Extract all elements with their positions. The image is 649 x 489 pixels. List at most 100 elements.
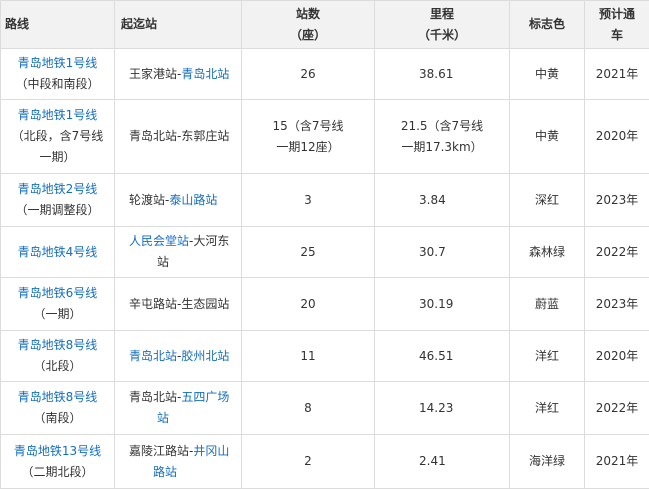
- stops-cell: 20: [242, 278, 375, 331]
- stops-cell: 26: [242, 49, 375, 100]
- color-cell: 深红: [510, 174, 585, 227]
- stops-cell: 25: [242, 227, 375, 278]
- table-row: 青岛地铁4号线 人民会堂站-大河东站 25 30.7 森林绿 2022年: [1, 227, 649, 278]
- length-cell: 21.5（含7号线 一期17.3km）: [375, 100, 510, 174]
- route-link[interactable]: 青岛地铁8号线: [1, 387, 114, 408]
- route-subtitle: （中段和南段）: [1, 74, 114, 95]
- open-year-cell: 2020年: [585, 100, 649, 174]
- route-link[interactable]: 青岛地铁2号线: [1, 179, 114, 200]
- open-year-cell: 2020年: [585, 331, 649, 382]
- length-cell: 14.23: [375, 382, 510, 435]
- route-link[interactable]: 青岛地铁1号线: [1, 105, 114, 126]
- route-cell: 青岛地铁1号线 （北段，含7号线 一期）: [1, 100, 115, 174]
- stops-cell: 8: [242, 382, 375, 435]
- route-subtitle: （北段）: [1, 356, 114, 377]
- header-length: 里程 （千米）: [375, 1, 510, 49]
- header-color: 标志色: [510, 1, 585, 49]
- stations-cell: 轮渡站-泰山路站: [115, 174, 242, 227]
- length-line1: 21.5（含7号线: [375, 116, 509, 137]
- station-end-link[interactable]: 五四广场: [181, 390, 229, 404]
- table-row: 青岛地铁2号线 （一期调整段） 轮渡站-泰山路站 3 3.84 深红 2023年: [1, 174, 649, 227]
- route-subtitle: （二期北段）: [1, 462, 114, 483]
- open-year-cell: 2023年: [585, 174, 649, 227]
- route-cell: 青岛地铁8号线 （北段）: [1, 331, 115, 382]
- color-cell: 中黄: [510, 49, 585, 100]
- stops-line2: 一期12座）: [242, 137, 374, 158]
- route-cell: 青岛地铁6号线 （一期）: [1, 278, 115, 331]
- route-subtitle: （南段）: [1, 408, 114, 429]
- length-cell: 30.7: [375, 227, 510, 278]
- header-length-line2: （千米）: [375, 25, 509, 46]
- color-cell: 洋红: [510, 331, 585, 382]
- stops-cell: 11: [242, 331, 375, 382]
- table-row: 青岛地铁1号线 （中段和南段） 王家港站-青岛北站 26 38.61 中黄 20…: [1, 49, 649, 100]
- stations-cell: 王家港站-青岛北站: [115, 49, 242, 100]
- station-end-link-cont[interactable]: 路站: [129, 462, 177, 483]
- header-open-line2: 车: [585, 25, 649, 46]
- route-subtitle-cont: 一期）: [1, 147, 114, 168]
- route-cell: 青岛地铁13号线 （二期北段）: [1, 435, 115, 489]
- length-cell: 46.51: [375, 331, 510, 382]
- station-start: 嘉陵江路站-: [129, 444, 193, 458]
- station-end-cont: 站: [129, 252, 169, 273]
- route-cell: 青岛地铁4号线: [1, 227, 115, 278]
- station-start-link[interactable]: 青岛北站: [129, 349, 177, 363]
- color-cell: 蔚蓝: [510, 278, 585, 331]
- color-cell: 中黄: [510, 100, 585, 174]
- station-start: 青岛北站-: [129, 390, 181, 404]
- station-start: 王家港站: [129, 67, 177, 81]
- route-cell: 青岛地铁2号线 （一期调整段）: [1, 174, 115, 227]
- stops-cell: 15（含7号线 一期12座）: [242, 100, 375, 174]
- open-year-cell: 2021年: [585, 435, 649, 489]
- table-row: 青岛地铁8号线 （北段） 青岛北站-胶州北站 11 46.51 洋红 2020年: [1, 331, 649, 382]
- length-cell: 2.41: [375, 435, 510, 489]
- station-end-link[interactable]: 泰山路站: [169, 193, 217, 207]
- route-cell: 青岛地铁1号线 （中段和南段）: [1, 49, 115, 100]
- station-separator: -大河东: [189, 234, 229, 248]
- stops-line1: 15（含7号线: [242, 116, 374, 137]
- stations-text: 辛屯路站-生态园站: [129, 297, 229, 311]
- route-link[interactable]: 青岛地铁6号线: [1, 283, 114, 304]
- header-stops-line1: 站数: [242, 4, 374, 25]
- table-row: 青岛地铁13号线 （二期北段） 嘉陵江路站-井冈山路站 2 2.41 海洋绿 2…: [1, 435, 649, 489]
- route-link[interactable]: 青岛地铁8号线: [1, 335, 114, 356]
- length-cell: 3.84: [375, 174, 510, 227]
- route-link[interactable]: 青岛地铁1号线: [1, 53, 114, 74]
- color-cell: 海洋绿: [510, 435, 585, 489]
- station-start: 轮渡站: [129, 193, 165, 207]
- table-header-row: 路线 起迄站 站数 （座） 里程 （千米） 标志色 预计通 车: [1, 1, 649, 49]
- stations-cell: 青岛北站-五四广场站: [115, 382, 242, 435]
- station-end-link[interactable]: 井冈山: [193, 444, 229, 458]
- stations-cell: 人民会堂站-大河东站: [115, 227, 242, 278]
- stations-cell: 青岛北站-东郭庄站: [115, 100, 242, 174]
- route-subtitle: （一期）: [1, 304, 114, 325]
- open-year-cell: 2022年: [585, 382, 649, 435]
- stops-cell: 3: [242, 174, 375, 227]
- header-stations: 起迄站: [115, 1, 242, 49]
- station-end-link[interactable]: 胶州北站: [181, 349, 229, 363]
- length-line2: 一期17.3km）: [375, 137, 509, 158]
- color-cell: 洋红: [510, 382, 585, 435]
- route-cell: 青岛地铁8号线 （南段）: [1, 382, 115, 435]
- color-cell: 森林绿: [510, 227, 585, 278]
- open-year-cell: 2021年: [585, 49, 649, 100]
- open-year-cell: 2023年: [585, 278, 649, 331]
- station-start-link[interactable]: 人民会堂站: [129, 234, 189, 248]
- route-link[interactable]: 青岛地铁4号线: [1, 242, 114, 263]
- station-end-link-cont[interactable]: 站: [129, 408, 169, 429]
- length-cell: 30.19: [375, 278, 510, 331]
- route-subtitle: （北段，含7号线: [1, 126, 114, 147]
- length-cell: 38.61: [375, 49, 510, 100]
- header-stops: 站数 （座）: [242, 1, 375, 49]
- stops-cell: 2: [242, 435, 375, 489]
- open-year-cell: 2022年: [585, 227, 649, 278]
- station-end-link[interactable]: 青岛北站: [181, 67, 229, 81]
- metro-lines-table: 路线 起迄站 站数 （座） 里程 （千米） 标志色 预计通 车 青岛地铁1号线 …: [0, 0, 649, 489]
- table-row: 青岛地铁6号线 （一期） 辛屯路站-生态园站 20 30.19 蔚蓝 2023年: [1, 278, 649, 331]
- stations-text: 青岛北站-东郭庄站: [129, 129, 229, 143]
- header-stops-line2: （座）: [242, 25, 374, 46]
- stations-cell: 嘉陵江路站-井冈山路站: [115, 435, 242, 489]
- table-row: 青岛地铁1号线 （北段，含7号线 一期） 青岛北站-东郭庄站 15（含7号线 一…: [1, 100, 649, 174]
- header-route: 路线: [1, 1, 115, 49]
- route-link[interactable]: 青岛地铁13号线: [1, 441, 114, 462]
